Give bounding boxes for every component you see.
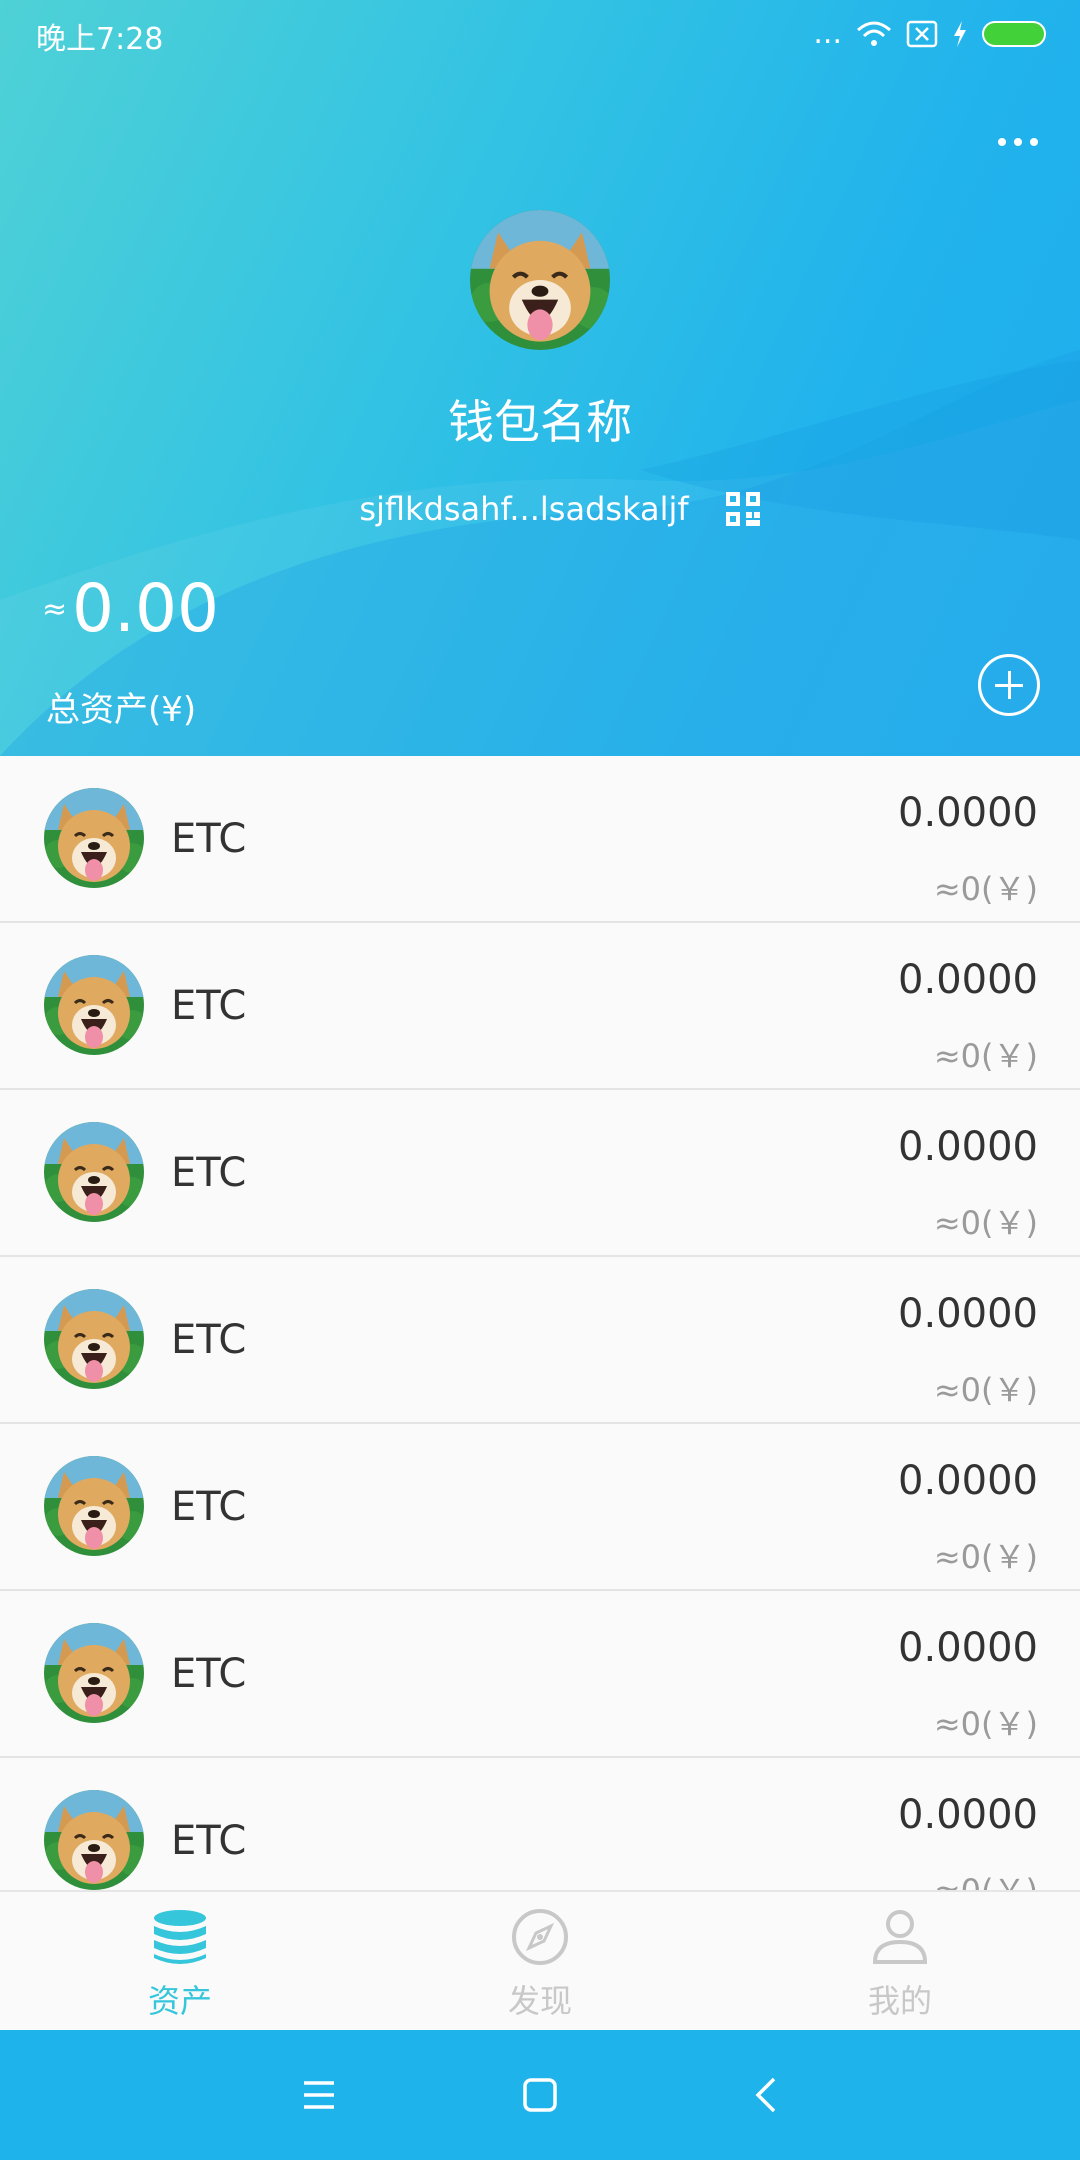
more-dot	[1030, 138, 1038, 146]
dog-avatar-image	[470, 210, 610, 350]
status-time: 晚上7:28	[36, 22, 164, 57]
wallet-avatar[interactable]	[470, 210, 610, 350]
home-icon[interactable]	[515, 2070, 565, 2120]
battery-icon	[982, 21, 1046, 47]
asset-row[interactable]: ETC 0.0000 ≈0(￥)	[0, 1090, 1080, 1257]
add-asset-button[interactable]	[978, 654, 1040, 716]
status-bar: 晚上7:28 ...	[0, 0, 1080, 68]
system-navigation-bar	[0, 2030, 1080, 2160]
token-name: ETC	[171, 1651, 247, 1697]
asset-list: ETC 0.0000 ≈0(￥) ETC 0.0000 ≈0(￥) ETC 0.…	[0, 756, 1080, 1890]
token-balance: 0.0000	[898, 957, 1038, 1003]
nav-label-discover: 发现	[507, 1982, 572, 2020]
token-fiat-value: ≈0(￥)	[934, 1866, 1038, 1890]
token-balance: 0.0000	[898, 1625, 1038, 1671]
token-name: ETC	[171, 816, 247, 862]
dog-token-icon	[44, 1623, 144, 1723]
nav-profile[interactable]: 我的	[720, 1892, 1080, 2030]
token-fiat-value: ≈0(￥)	[933, 1705, 1038, 1743]
dog-token-icon	[44, 1289, 144, 1389]
nav-label-assets: 资产	[147, 1982, 212, 2020]
token-balance: 0.0000	[898, 1792, 1038, 1838]
nav-assets[interactable]: 资产	[0, 1892, 360, 2030]
token-balance: 0.0000	[898, 790, 1038, 836]
back-icon[interactable]	[743, 2070, 793, 2120]
asset-row[interactable]: ETC 0.0000 ≈0(￥)	[0, 756, 1080, 923]
asset-row[interactable]: ETC 0.0000 ≈0(￥)	[0, 1424, 1080, 1591]
token-avatar	[44, 955, 144, 1055]
token-name: ETC	[171, 1317, 247, 1363]
wifi-icon	[857, 21, 891, 46]
status-icons: ...	[813, 14, 1046, 54]
token-name: ETC	[171, 1818, 247, 1864]
token-balance: 0.0000	[898, 1124, 1038, 1170]
token-avatar	[44, 788, 144, 888]
token-fiat-value: ≈0(￥)	[933, 1371, 1038, 1409]
token-fiat-value: ≈0(￥)	[933, 1037, 1038, 1075]
menu-icon[interactable]	[294, 2070, 344, 2120]
approx-symbol: ≈	[42, 592, 68, 627]
nav-label-profile: 我的	[867, 1982, 932, 2020]
asset-row[interactable]: ETC 0.0000 ≈0(￥)	[0, 1591, 1080, 1758]
more-dot	[998, 138, 1006, 146]
user-icon	[872, 1910, 928, 1964]
token-avatar	[44, 1623, 144, 1723]
asset-row[interactable]: ETC 0.0000 ≈0(￥)	[0, 1758, 1080, 1890]
token-avatar	[44, 1790, 144, 1890]
signal-dots-icon: ...	[813, 16, 842, 51]
token-fiat-value: ≈0(￥)	[933, 1538, 1038, 1576]
database-icon	[154, 1910, 206, 1964]
total-assets-label: 总资产(¥)	[46, 690, 197, 730]
total-assets-amount: 0.00	[72, 570, 219, 647]
wallet-name[interactable]: 钱包名称	[0, 386, 1080, 452]
wallet-header: 晚上7:28 ... 钱包名称 sjflkdsahf...lsadskaljf …	[0, 0, 1080, 756]
dog-token-icon	[44, 1456, 144, 1556]
wallet-address[interactable]: sjflkdsahf...lsadskaljf	[359, 490, 688, 528]
token-avatar	[44, 1289, 144, 1389]
dog-token-icon	[44, 1122, 144, 1222]
address-row: sjflkdsahf...lsadskaljf	[0, 490, 1080, 528]
dog-token-icon	[44, 1790, 144, 1890]
qr-code-icon[interactable]	[725, 491, 761, 527]
charging-icon	[954, 21, 966, 47]
token-fiat-value: ≈0(￥)	[933, 1204, 1038, 1242]
dog-token-icon	[44, 788, 144, 888]
token-balance: 0.0000	[898, 1458, 1038, 1504]
bottom-navigation: 资产 发现 我的	[0, 1890, 1080, 2030]
token-avatar	[44, 1456, 144, 1556]
sim-off-icon	[906, 20, 938, 48]
asset-row[interactable]: ETC 0.0000 ≈0(￥)	[0, 1257, 1080, 1424]
dog-token-icon	[44, 955, 144, 1055]
asset-row[interactable]: ETC 0.0000 ≈0(￥)	[0, 923, 1080, 1090]
more-options-button[interactable]	[990, 124, 1046, 160]
nav-discover[interactable]: 发现	[360, 1892, 720, 2030]
token-name: ETC	[171, 1484, 247, 1530]
more-dot	[1014, 138, 1022, 146]
token-name: ETC	[171, 983, 247, 1029]
token-balance: 0.0000	[898, 1291, 1038, 1337]
compass-icon	[512, 1909, 568, 1965]
token-fiat-value: ≈0(￥)	[933, 870, 1038, 908]
token-name: ETC	[171, 1150, 247, 1196]
token-avatar	[44, 1122, 144, 1222]
